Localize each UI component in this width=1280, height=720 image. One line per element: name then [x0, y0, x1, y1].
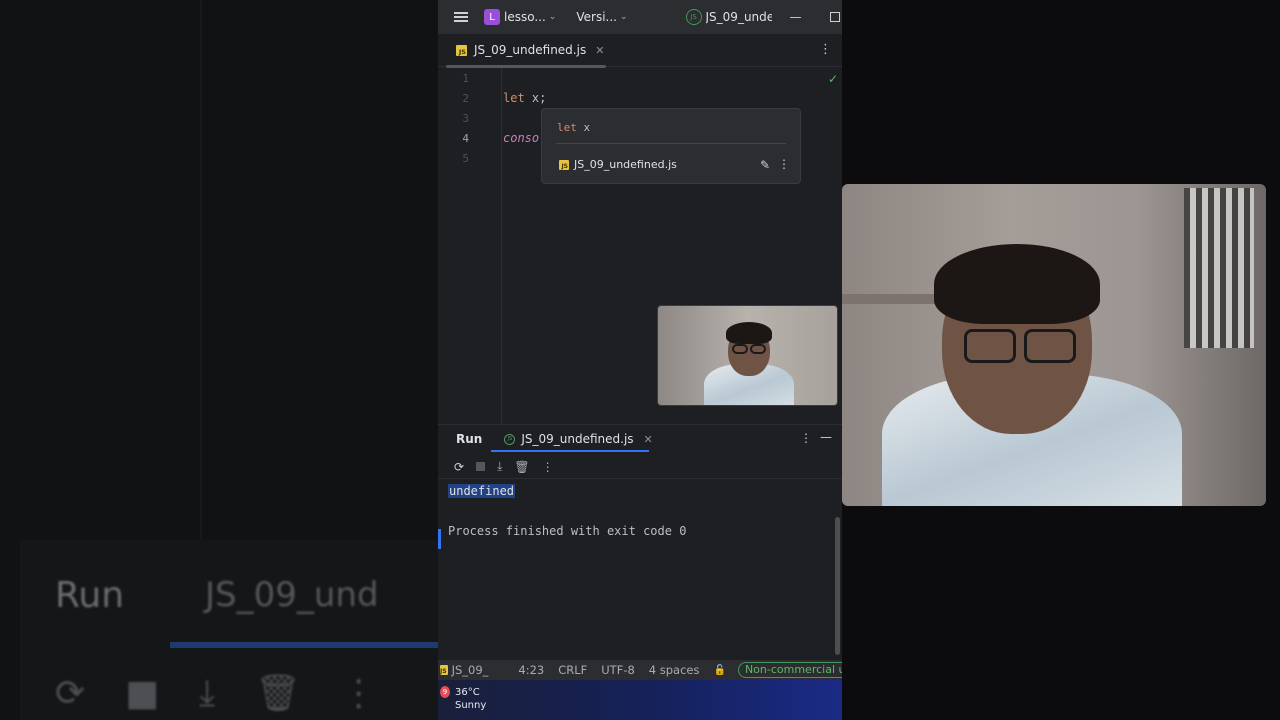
background-divider	[200, 0, 202, 540]
editor-tab-label: JS_09_undefined.js	[474, 43, 587, 57]
console-output-line[interactable]: Process finished with exit code 0	[448, 524, 686, 538]
webcam-large	[842, 184, 1266, 506]
line-number: 2	[462, 92, 469, 105]
background-tab-underline	[170, 642, 438, 648]
editor-tab-bar: JS JS_09_undefined.js ✕ ⋮	[438, 34, 842, 67]
console-scrollbar[interactable]	[835, 517, 840, 655]
more-options-icon[interactable]: ⋮	[819, 42, 832, 57]
maximize-button[interactable]	[829, 12, 840, 22]
console-marker	[438, 529, 441, 549]
run-tab[interactable]: JS JS_09_undefined.js ✕	[504, 425, 653, 453]
more-options-icon[interactable]: ⋮	[778, 157, 790, 171]
os-taskbar: 9 36°C Sunny	[438, 680, 842, 720]
chevron-down-icon[interactable]: ⌄	[620, 12, 628, 22]
editor-tab[interactable]: JS JS_09_undefined.js ✕	[456, 34, 604, 67]
edit-icon[interactable]: ✎	[760, 158, 770, 172]
run-tool-window: Run JS JS_09_undefined.js ✕ ⋮ — ⟳ ⤓ 🗑 ⋮ …	[438, 424, 842, 660]
nodejs-icon: JS	[685, 9, 702, 25]
background-blur-left: Run JS_09_und ⟳■⤓🗑⋮	[0, 0, 438, 720]
quick-documentation-popup: let x JS JS_09_undefined.js ✎ ⋮	[541, 108, 801, 184]
code-line-2[interactable]: let x;	[503, 91, 546, 105]
webcam-small	[657, 305, 838, 406]
project-badge[interactable]: L	[484, 9, 500, 25]
popup-divider	[556, 143, 786, 144]
line-number: 3	[462, 112, 469, 125]
status-line-ending[interactable]: CRLF	[558, 663, 587, 677]
background-toolbar-icons: ⟳■⤓🗑⋮	[55, 673, 417, 714]
title-bar: L lesso... ⌄ Versi... ⌄ JS JS_09_unde —	[438, 0, 842, 34]
scroll-to-end-icon[interactable]: ⤓	[497, 459, 502, 474]
close-icon[interactable]: ✕	[644, 433, 653, 446]
js-file-icon: JS	[456, 44, 467, 56]
run-configuration[interactable]: JS_09_unde	[706, 10, 772, 24]
popup-keyword: let	[557, 121, 577, 134]
webcam-window-bars	[1184, 188, 1254, 348]
run-header: Run JS JS_09_undefined.js ✕ ⋮ —	[438, 425, 842, 453]
run-toolbar: ⟳ ⤓ 🗑 ⋮	[438, 455, 842, 479]
rerun-icon[interactable]: ⟳	[454, 460, 464, 474]
main-menu-icon[interactable]	[454, 12, 468, 22]
identifier-x: x;	[524, 91, 547, 105]
vcs-widget[interactable]: Versi...	[576, 10, 617, 24]
status-bar: JS JS_09_ 4:23 CRLF UTF-8 4 spaces 🔓 Non…	[438, 660, 842, 680]
weather-temperature[interactable]: 36°C	[455, 687, 480, 698]
run-tab-label: JS_09_undefined.js	[521, 432, 634, 446]
status-caret-position[interactable]: 4:23	[518, 663, 544, 677]
js-file-icon: JS	[559, 159, 569, 170]
clear-trash-icon[interactable]: 🗑	[514, 460, 529, 474]
stop-icon[interactable]	[476, 462, 486, 471]
js-file-icon: JS	[440, 665, 448, 675]
run-tab-underline	[491, 450, 649, 452]
background-file-label: JS_09_und	[205, 575, 379, 615]
popup-file-link[interactable]: JS JS_09_undefined.js	[559, 158, 677, 171]
line-number: 1	[462, 72, 469, 85]
background-run-label: Run	[55, 575, 125, 616]
console-identifier: conso	[503, 131, 540, 145]
line-number-gutter: 1 2 3 4 5	[438, 68, 502, 424]
close-icon[interactable]: ✕	[595, 44, 604, 57]
project-name[interactable]: lesso...	[504, 10, 546, 24]
popup-file-name: JS_09_undefined.js	[574, 158, 677, 171]
nodejs-icon: JS	[504, 433, 516, 445]
line-number: 5	[462, 152, 469, 165]
line-number-active: 4	[462, 132, 469, 145]
status-license-badge[interactable]: Non-commercial u	[737, 662, 842, 678]
console-output-line[interactable]: undefined	[448, 484, 516, 498]
unlock-icon[interactable]: 🔓	[714, 665, 726, 676]
check-icon[interactable]: ✓	[828, 72, 838, 86]
run-title: Run	[456, 432, 483, 446]
popup-variable: x	[576, 121, 591, 134]
code-line-4[interactable]: conso	[503, 131, 539, 145]
more-options-icon[interactable]: ⋮	[800, 431, 812, 445]
weather-icon[interactable]: 9	[440, 686, 450, 698]
minimize-button[interactable]: —	[790, 10, 802, 24]
status-encoding[interactable]: UTF-8	[601, 663, 635, 677]
chevron-down-icon[interactable]: ⌄	[549, 12, 557, 22]
keyword-let: let	[503, 91, 525, 105]
status-indent[interactable]: 4 spaces	[649, 663, 700, 677]
popup-declaration: let x	[557, 121, 590, 134]
hide-panel-icon[interactable]: —	[820, 430, 832, 444]
more-options-icon[interactable]: ⋮	[542, 460, 554, 474]
weather-condition[interactable]: Sunny	[455, 700, 486, 711]
status-file-path[interactable]: JS_09_	[452, 663, 489, 677]
